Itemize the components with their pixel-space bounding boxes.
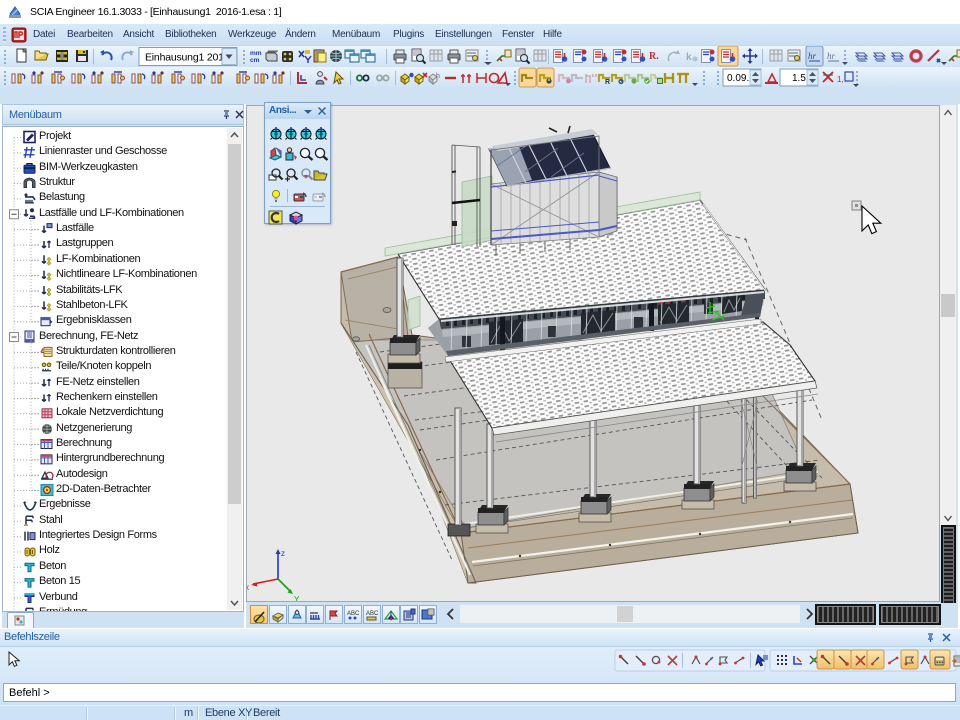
- svg-text:1.5: 1.5: [792, 73, 806, 84]
- svg-text:1,: 1,: [837, 75, 844, 84]
- svg-text:Einhausung1 2016: Einhausung1 2016: [145, 52, 230, 64]
- svg-text:z: z: [281, 549, 285, 558]
- svg-text:x: x: [246, 583, 249, 592]
- svg-text:ABC: ABC: [366, 611, 379, 617]
- svg-text:ABC: ABC: [347, 611, 360, 617]
- svg-text:Y: Y: [294, 595, 300, 602]
